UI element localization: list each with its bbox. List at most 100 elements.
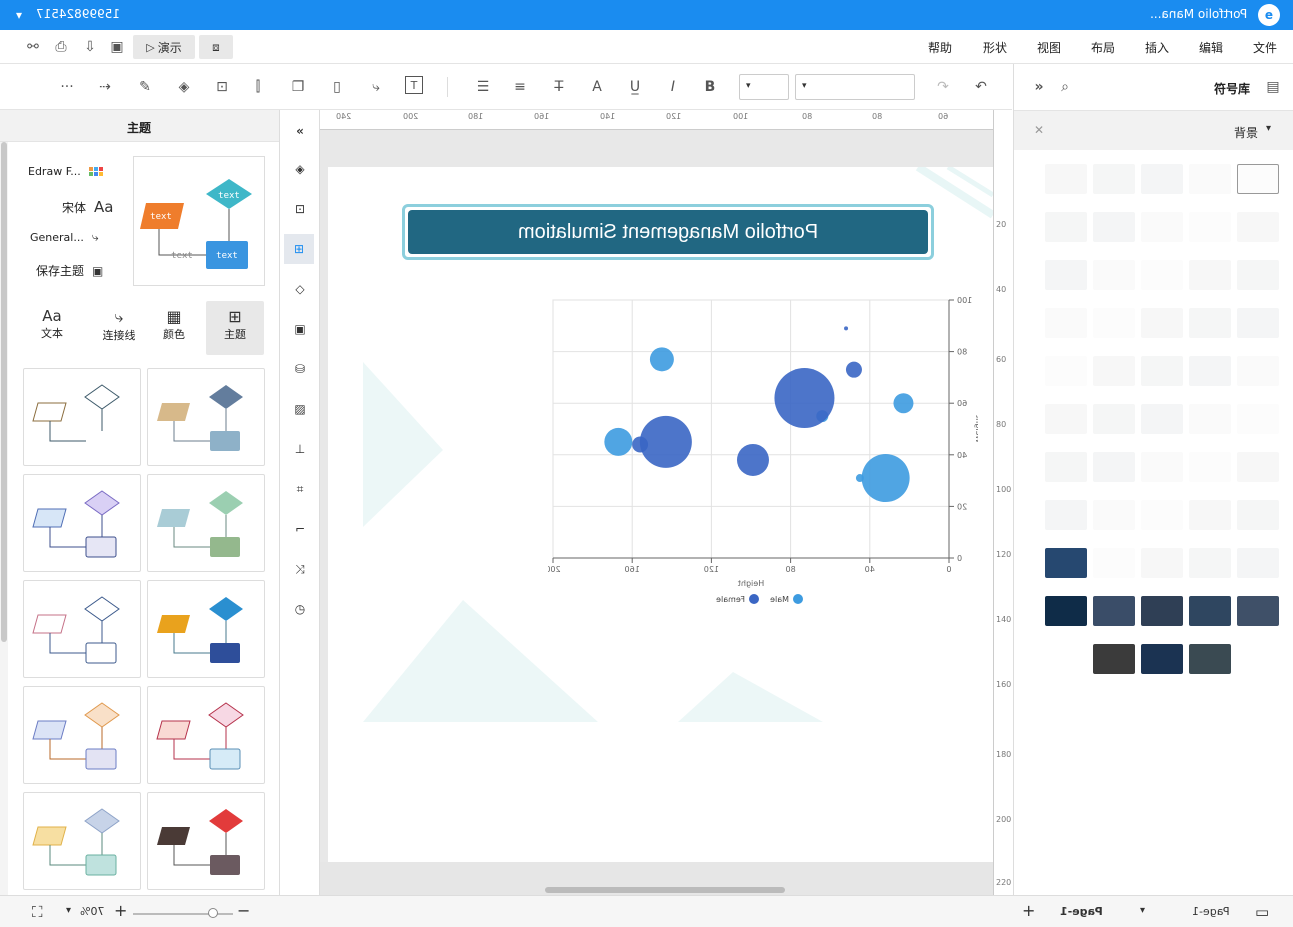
background-swatch[interactable]	[1189, 164, 1231, 194]
shuffle-icon[interactable]: ⤨	[289, 558, 311, 580]
bubble-chart[interactable]: 0 40 80 120 160 200 0 20 40 60 80 100 Height Weight Ma…	[548, 292, 978, 612]
background-swatch[interactable]	[1141, 452, 1183, 482]
duplicate-icon[interactable]: ❐	[287, 76, 309, 98]
menu-help[interactable]: 帮助	[928, 39, 952, 56]
theme-link-edraw[interactable]: Edraw F...	[28, 165, 103, 178]
background-swatch[interactable]	[1093, 308, 1135, 338]
page-panel-icon[interactable]: ▭	[1255, 903, 1269, 921]
background-swatch[interactable]	[1141, 212, 1183, 242]
database-icon[interactable]: ⛁	[289, 358, 311, 380]
theme-thumbnail[interactable]	[23, 474, 141, 572]
bubble-male[interactable]	[649, 347, 674, 372]
theme-thumbnail[interactable]	[147, 686, 265, 784]
library-icon[interactable]: ▤	[1262, 76, 1284, 98]
background-swatch[interactable]	[1093, 500, 1135, 530]
background-swatch[interactable]	[1237, 212, 1279, 242]
search-icon[interactable]: ⌕	[1054, 76, 1076, 98]
background-swatch[interactable]	[1141, 548, 1183, 578]
bubble-female[interactable]	[639, 415, 692, 468]
background-swatch[interactable]	[1045, 500, 1087, 530]
title-banner[interactable]: Portfolio Management Simulatiom	[402, 204, 934, 260]
background-swatch[interactable]	[1189, 452, 1231, 482]
background-swatch[interactable]	[1141, 644, 1183, 674]
bubble-male[interactable]	[604, 427, 633, 456]
scrollbar-thumb[interactable]	[1, 142, 7, 642]
textbox-icon[interactable]: T	[405, 76, 423, 94]
align-icon[interactable]: ⫿	[247, 76, 269, 98]
undo-icon[interactable]: ↶	[970, 76, 992, 98]
theme-preview[interactable]: text text text text	[133, 156, 265, 286]
background-swatch[interactable]	[1237, 260, 1279, 290]
tab-color[interactable]: ▦ 颜色	[150, 301, 198, 355]
background-swatch[interactable]	[1237, 164, 1279, 194]
background-swatch[interactable]	[1045, 596, 1087, 626]
export-icon[interactable]: ⇩	[79, 36, 101, 58]
collapse-icon[interactable]: »	[1028, 76, 1050, 98]
connector-icon[interactable]: ⤷	[365, 76, 387, 98]
background-swatch[interactable]	[1189, 404, 1231, 434]
background-swatch[interactable]	[1237, 500, 1279, 530]
text-align-icon[interactable]: ≡	[509, 76, 531, 98]
close-icon[interactable]: ✕	[1034, 123, 1044, 137]
fill-icon[interactable]: ◈	[289, 158, 311, 180]
line-spacing-icon[interactable]: ☰	[472, 76, 494, 98]
background-swatch[interactable]	[1045, 164, 1087, 194]
italic-icon[interactable]: I	[662, 76, 684, 98]
zoom-out-icon[interactable]: −	[237, 901, 250, 920]
background-swatch[interactable]	[1141, 308, 1183, 338]
fill-icon[interactable]: ◈	[173, 76, 195, 98]
zoom-slider-handle[interactable]	[208, 908, 218, 918]
page[interactable]: Portfolio Management Simulatiom 0 40 80 120…	[328, 167, 993, 862]
zoom-in-icon[interactable]: +	[114, 901, 127, 920]
bubble-female[interactable]	[774, 368, 835, 429]
theme-thumbnail[interactable]	[23, 792, 141, 890]
theme-thumbnail[interactable]	[23, 580, 141, 678]
background-swatch[interactable]	[1189, 308, 1231, 338]
menu-edit[interactable]: 编辑	[1199, 39, 1223, 56]
theme-link-font[interactable]: 宋体 Aa	[62, 198, 113, 216]
background-swatch[interactable]	[1141, 404, 1183, 434]
font-family-select[interactable]: ▾	[795, 74, 915, 100]
image-icon[interactable]: ▨	[289, 398, 311, 420]
present-button[interactable]: ▷ 演示	[133, 35, 195, 59]
background-swatch[interactable]	[1237, 356, 1279, 386]
font-color-icon[interactable]: A	[586, 76, 608, 98]
bubble-female[interactable]	[845, 361, 862, 378]
presentation-icon[interactable]: ▣	[289, 318, 311, 340]
chevron-down-icon[interactable]: ▾	[1140, 905, 1145, 916]
bubble-female[interactable]	[736, 443, 769, 476]
background-swatch[interactable]	[1093, 596, 1135, 626]
font-size-select[interactable]: ▾	[739, 74, 789, 100]
layers-icon[interactable]: ◇	[289, 278, 311, 300]
fullscreen-icon[interactable]: ⛶	[32, 903, 43, 921]
background-swatch[interactable]	[1045, 308, 1087, 338]
save-icon[interactable]: ▣	[106, 36, 128, 58]
background-swatch[interactable]	[1237, 404, 1279, 434]
account-phone[interactable]: 15999824517	[36, 7, 120, 21]
menu-view[interactable]: 视图	[1037, 39, 1061, 56]
bubble-male[interactable]	[855, 474, 864, 483]
dropdown-arrow-icon[interactable]: ▾	[16, 8, 22, 22]
tab-theme[interactable]: ⊞ 主题	[206, 301, 264, 355]
background-swatch[interactable]	[1141, 164, 1183, 194]
background-swatch[interactable]	[1141, 356, 1183, 386]
theme-thumbnail[interactable]	[147, 792, 265, 890]
page-select[interactable]: Page-1	[1192, 905, 1230, 918]
background-swatch[interactable]	[1093, 644, 1135, 674]
background-swatch[interactable]	[1189, 644, 1231, 674]
legend-label-male[interactable]: Male	[770, 595, 789, 604]
background-swatch[interactable]	[1237, 452, 1279, 482]
tab-text[interactable]: Aa 文本	[28, 301, 76, 355]
chevron-down-icon[interactable]: ▾	[1266, 123, 1271, 134]
zoom-slider[interactable]	[133, 913, 233, 915]
bold-icon[interactable]: B	[699, 76, 721, 98]
history-icon[interactable]: ◷	[289, 598, 311, 620]
background-swatch[interactable]	[1141, 596, 1183, 626]
background-swatch[interactable]	[1093, 260, 1135, 290]
background-swatch[interactable]	[1045, 212, 1087, 242]
background-swatch[interactable]	[1045, 260, 1087, 290]
style-icon[interactable]: ⊡	[289, 198, 311, 220]
background-swatch[interactable]	[1045, 356, 1087, 386]
print-icon[interactable]: ⎙	[50, 36, 72, 58]
chevron-down-icon[interactable]: ▾	[66, 905, 71, 916]
